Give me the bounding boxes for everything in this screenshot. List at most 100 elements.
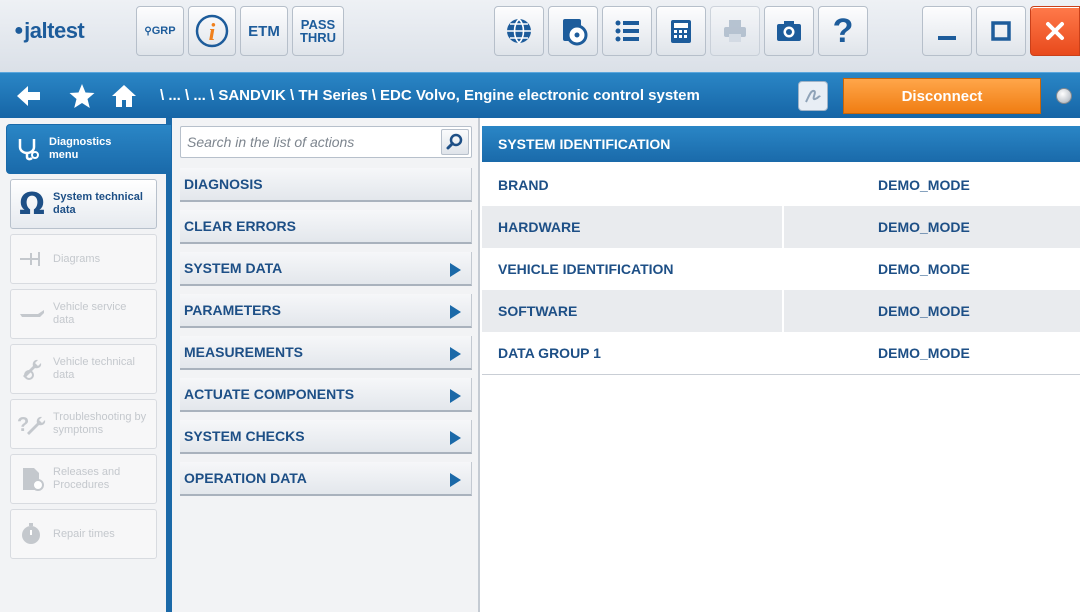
minimize-button[interactable] [922,6,972,56]
etm-button[interactable]: ETM [240,6,288,56]
table-row: BRAND DEMO_MODE [482,164,1080,206]
thru-label: THRU [299,30,337,45]
row-divider [782,206,784,248]
calculator-button[interactable] [656,6,706,56]
screenshot-button[interactable] [764,6,814,56]
row-key: BRAND [498,177,549,193]
action-label: SYSTEM CHECKS [184,428,305,444]
signature-icon [805,89,821,103]
action-diagnosis[interactable]: DIAGNOSIS [180,168,472,202]
help-icon: ? [832,12,854,50]
action-clear-errors[interactable]: CLEAR ERRORS [180,210,472,244]
globe-button[interactable] [494,6,544,56]
action-system-checks[interactable]: SYSTEM CHECKS [180,420,472,454]
svg-text:i: i [209,20,216,46]
row-key: SOFTWARE [498,303,578,319]
sidebar-item-vehicle-technical-data[interactable]: Vehicle technical data [10,344,157,394]
grp-label: ⚲GRP [144,25,176,37]
sidebar-item-diagrams[interactable]: Diagrams [10,234,157,284]
sidebar-item-label: Vehicle technical data [53,356,135,381]
oil-can-icon [11,289,53,339]
maximize-button[interactable] [976,6,1026,56]
info-icon: i [195,14,229,48]
submenu-arrow-icon [450,263,461,277]
action-label: PARAMETERS [184,302,281,318]
question-wrench-icon: ? [11,399,53,449]
star-icon[interactable] [68,82,96,110]
diagram-icon [11,234,53,284]
sidebar-item-diagnostics-menu[interactable]: Diagnostics menu [6,124,172,174]
info-button[interactable]: i [188,6,236,56]
calculator-icon [671,20,691,43]
pass-thru-button[interactable]: PASS THRU [292,6,344,56]
row-key: HARDWARE [498,219,581,235]
wrench-gear-icon [11,344,53,394]
back-arrow-icon[interactable] [14,82,42,110]
disc-button[interactable] [548,6,598,56]
status-led-icon [1056,88,1072,104]
minimize-icon [938,36,956,40]
sidebar-item-system-technical-data[interactable]: Ω System technical data [10,179,157,229]
action-label: SYSTEM DATA [184,260,283,276]
action-operation-data[interactable]: OPERATION DATA [180,462,472,496]
camera-icon [777,21,801,41]
search-icon [446,133,463,150]
sidebar-item-label: Releases and Procedures [53,466,121,491]
panel-title: SYSTEM IDENTIFICATION [482,126,1080,162]
sidebar-item-releases-procedures[interactable]: Releases and Procedures [10,454,157,504]
top-toolbar: ●jaltest ⚲GRP i ETM PASS THRU ? [0,0,1080,82]
submenu-arrow-icon [450,473,461,487]
stopwatch-icon [11,509,53,559]
close-icon [1046,22,1064,40]
sidebar-item-repair-times[interactable]: Repair times [10,509,157,559]
sidebar-item-vehicle-service-data[interactable]: Vehicle service data [10,289,157,339]
action-parameters[interactable]: PARAMETERS [180,294,472,328]
action-measurements[interactable]: MEASUREMENTS [180,336,472,370]
action-label: CLEAR ERRORS [184,218,297,234]
sidebar-item-label: Troubleshooting by symptoms [53,411,147,436]
submenu-arrow-icon [450,431,461,445]
grp-button[interactable]: ⚲GRP [136,6,184,56]
table-row: DATA GROUP 1 DEMO_MODE [482,332,1080,374]
globe-icon [507,18,531,44]
action-actuate-components[interactable]: ACTUATE COMPONENTS [180,378,472,412]
table-bottom-border [482,374,1080,375]
row-value: DEMO_MODE [878,177,970,193]
signature-button[interactable] [798,81,828,111]
home-icon[interactable] [110,82,138,110]
close-button[interactable] [1030,6,1080,56]
row-key: DATA GROUP 1 [498,345,601,361]
search-button[interactable] [441,129,469,155]
row-value: DEMO_MODE [878,219,970,235]
sidebar: Diagnostics menu Ω System technical data… [0,118,172,612]
print-button[interactable] [710,6,760,56]
row-divider [782,290,784,332]
cd-icon [563,19,588,46]
sidebar-item-label: Repair times [53,527,115,540]
logo-text: jaltest [24,18,85,43]
system-identification-panel: SYSTEM IDENTIFICATION BRAND DEMO_MODE HA… [482,118,1080,612]
navigation-bar: \ ... \ ... \ SANDVIK \ TH Series \ EDC … [0,72,1080,118]
document-gear-icon [11,454,53,504]
row-value: DEMO_MODE [878,345,970,361]
etm-label: ETM [248,22,280,40]
action-label: OPERATION DATA [184,470,307,486]
action-label: DIAGNOSIS [184,176,263,192]
list-button[interactable] [602,6,652,56]
sidebar-item-label: Diagrams [53,252,101,265]
table-row: HARDWARE DEMO_MODE [482,206,1080,248]
sidebar-item-label: System technical data [53,191,143,216]
row-value: DEMO_MODE [878,261,970,277]
action-system-data[interactable]: SYSTEM DATA [180,252,472,286]
sidebar-item-troubleshooting[interactable]: ? Troubleshooting by symptoms [10,399,157,449]
submenu-arrow-icon [450,305,461,319]
omega-icon: Ω [19,186,45,222]
disconnect-button[interactable]: Disconnect [843,78,1041,114]
maximize-icon [991,21,1011,41]
action-label: MEASUREMENTS [184,344,304,360]
search-input[interactable] [181,127,436,157]
breadcrumb: \ ... \ ... \ SANDVIK \ TH Series \ EDC … [160,87,700,104]
sidebar-item-label: Diagnostics menu [49,136,112,161]
table-row: VEHICLE IDENTIFICATION DEMO_MODE [482,248,1080,290]
help-button[interactable]: ? [818,6,868,56]
